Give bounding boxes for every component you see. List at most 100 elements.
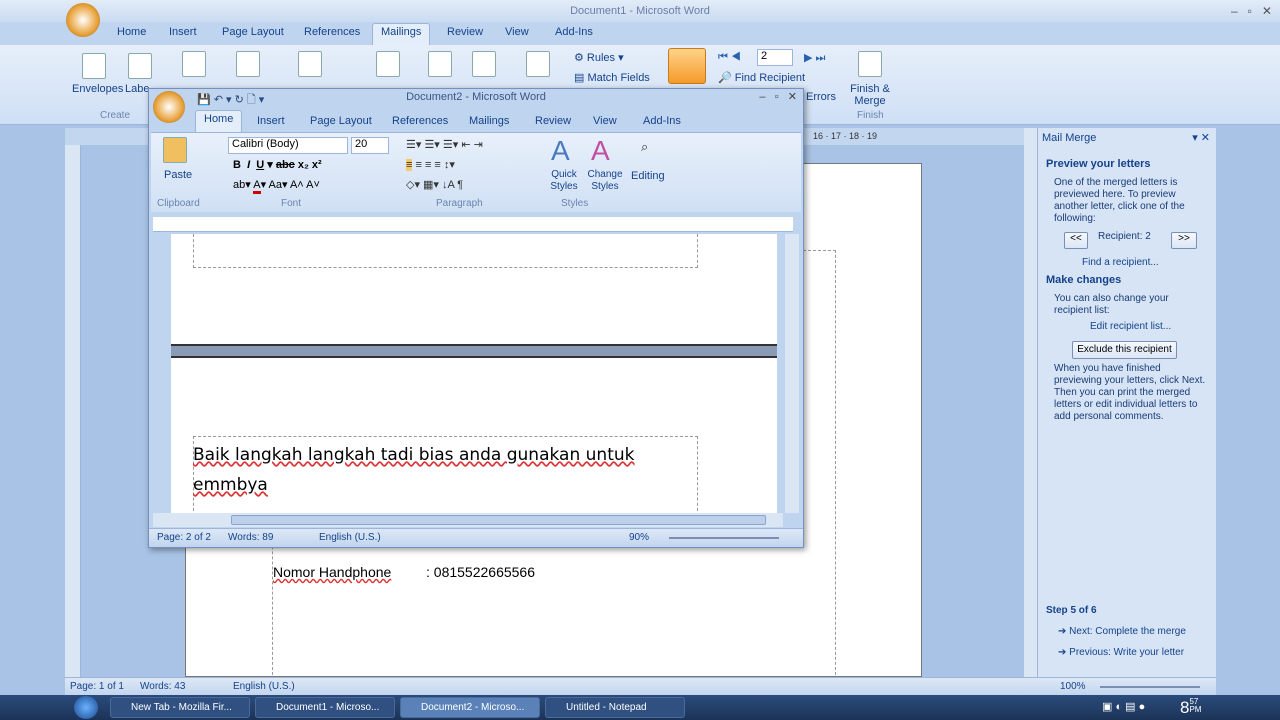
change-styles-icon: A: [591, 135, 610, 166]
window-title: Document2 - Microsoft Word: [406, 91, 546, 103]
edit-recipient-list-link[interactable]: Edit recipient list...: [1090, 321, 1171, 333]
language[interactable]: English (U.S.): [233, 681, 295, 692]
rules-button[interactable]: ⚙ Rules ▾: [574, 51, 624, 64]
zoom-slider[interactable]: [669, 537, 779, 539]
labels-button[interactable]: Labe: [125, 83, 149, 95]
tab-view[interactable]: View: [593, 115, 617, 127]
first-record-icon[interactable]: ⏮ ◀: [718, 51, 741, 64]
preview-heading: Preview your letters: [1046, 158, 1151, 170]
align-buttons[interactable]: ≡ ≡ ≡ ≡ ↕▾: [406, 158, 455, 171]
close-pane-icon[interactable]: ▾ ✕: [1192, 131, 1210, 144]
font-size-select[interactable]: 20: [351, 137, 389, 154]
step-label: Step 5 of 6: [1046, 605, 1097, 616]
scroll-thumb[interactable]: [231, 515, 766, 525]
quick-styles-button[interactable]: Quick Styles: [547, 169, 581, 193]
highlight-fields-icon[interactable]: [376, 51, 400, 77]
address-block-icon[interactable]: [428, 51, 452, 77]
start-button[interactable]: [74, 696, 98, 719]
greeting-line-icon[interactable]: [472, 51, 496, 77]
tab-insert[interactable]: Insert: [169, 26, 197, 38]
doc1-vertical-scrollbar[interactable]: [1024, 128, 1037, 677]
tab-home[interactable]: Home: [195, 110, 243, 132]
previous-step-link[interactable]: ➔ Previous: Write your letter: [1058, 647, 1218, 659]
paste-icon: [163, 137, 187, 163]
window-controls[interactable]: ‒ ▫ ✕: [1231, 0, 1272, 22]
tab-insert[interactable]: Insert: [257, 115, 285, 127]
envelopes-button[interactable]: Envelopes: [72, 83, 123, 95]
font-format-buttons[interactable]: B I U ▾ abc x₂ x²: [233, 158, 322, 171]
tab-review[interactable]: Review: [447, 26, 483, 38]
next-step-link[interactable]: ➔ Next: Complete the merge: [1058, 626, 1218, 638]
field-value: : 0815522665566: [426, 564, 535, 580]
language[interactable]: English (U.S.): [319, 532, 381, 543]
shading-buttons[interactable]: ◇▾ ▦▾ ↓A ¶: [406, 178, 463, 191]
zoom-slider[interactable]: [1100, 686, 1200, 688]
tab-add-ins[interactable]: Add-Ins: [643, 115, 681, 127]
taskbar-item-document2[interactable]: Document2 - Microso...: [400, 697, 540, 718]
auto-check-errors-button[interactable]: Errors: [806, 91, 836, 103]
record-number-input[interactable]: 2: [757, 49, 793, 66]
change-styles-button[interactable]: Change Styles: [585, 169, 625, 193]
taskbar: New Tab - Mozilla Fir... Document1 - Mic…: [0, 695, 1280, 720]
list-buttons[interactable]: ☰▾ ☰▾ ☰▾ ⇤ ⇥: [406, 138, 483, 151]
window-controls[interactable]: ‒ ▫ ✕: [759, 90, 797, 103]
group-finish: Finish: [857, 110, 884, 121]
finish-text: When you have finished previewing your l…: [1054, 363, 1206, 422]
ruler-labels: 16 · 17 · 18 · 19: [813, 131, 878, 141]
tab-add-ins[interactable]: Add-Ins: [555, 26, 593, 38]
doc1-status-bar: Page: 1 of 1 Words: 43 English (U.S.) 10…: [65, 677, 1216, 695]
font-color-buttons[interactable]: ab▾ A▾ Aa▾ A˄ A˅: [233, 178, 320, 194]
tab-home[interactable]: Home: [117, 26, 146, 38]
doc1-vertical-ruler[interactable]: [65, 145, 81, 677]
tab-view[interactable]: View: [505, 26, 529, 38]
page-count[interactable]: Page: 1 of 1: [70, 681, 124, 692]
taskbar-item-document1[interactable]: Document1 - Microso...: [255, 697, 395, 718]
word-count[interactable]: Words: 43: [140, 681, 185, 692]
page-count[interactable]: Page: 2 of 2: [157, 532, 211, 543]
tab-review[interactable]: Review: [535, 115, 571, 127]
tab-mailings[interactable]: Mailings: [372, 23, 431, 45]
next-recipient-button[interactable]: >>: [1171, 232, 1197, 249]
previous-recipient-button[interactable]: <<: [1064, 232, 1088, 249]
tab-references[interactable]: References: [392, 115, 448, 127]
select-recipients-icon[interactable]: [236, 51, 260, 77]
doc2-vertical-scrollbar[interactable]: [785, 234, 799, 513]
match-fields-button[interactable]: ▤ Match Fields: [574, 71, 650, 84]
finish-merge-button[interactable]: Finish & Merge: [850, 83, 890, 107]
tab-mailings[interactable]: Mailings: [469, 115, 509, 127]
editing-button[interactable]: Editing: [631, 170, 665, 182]
doc2-ruler[interactable]: [153, 217, 793, 232]
tab-page-layout[interactable]: Page Layout: [310, 115, 372, 127]
taskbar-item-notepad[interactable]: Untitled - Notepad: [545, 697, 685, 718]
body-line: Baik langkah langkah tadi bias anda guna…: [193, 445, 635, 465]
tab-page-layout[interactable]: Page Layout: [222, 26, 284, 38]
quick-styles-icon: A: [551, 135, 570, 166]
tray-icons[interactable]: ▣ ◐ ▤ ●: [1102, 700, 1145, 713]
clock[interactable]: 857 PM: [1180, 698, 1201, 718]
zoom-level[interactable]: 90%: [629, 532, 649, 543]
find-recipient-button[interactable]: 🔎 Find Recipient: [718, 71, 805, 84]
group-styles: Styles: [561, 198, 589, 209]
edit-recipients-icon[interactable]: [298, 51, 322, 77]
window-title: Document1 - Microsoft Word: [570, 5, 710, 17]
find-recipient-link[interactable]: Find a recipient...: [1082, 257, 1159, 269]
start-merge-icon[interactable]: [182, 51, 206, 77]
preview-results-button[interactable]: [668, 48, 706, 84]
paste-button[interactable]: Paste: [164, 169, 192, 181]
doc2-document-area[interactable]: Baik langkah langkah tadi bias anda guna…: [171, 234, 777, 516]
next-record-icon[interactable]: ▶ ⏭: [804, 51, 825, 65]
changes-text: You can also change your recipient list:: [1054, 293, 1169, 316]
word-count[interactable]: Words: 89: [228, 532, 273, 543]
exclude-recipient-button[interactable]: Exclude this recipient: [1072, 341, 1177, 359]
page-2: Baik langkah langkah tadi bias anda guna…: [171, 356, 777, 516]
office-button[interactable]: [66, 3, 100, 37]
zoom-level[interactable]: 100%: [1060, 681, 1086, 692]
insert-field-icon[interactable]: [526, 51, 550, 77]
doc1-tabs: Home Insert Page Layout References Maili…: [0, 22, 1280, 45]
doc2-horizontal-scrollbar[interactable]: [153, 513, 783, 527]
body-line: emmbya: [193, 475, 268, 495]
taskbar-item-firefox[interactable]: New Tab - Mozilla Fir...: [110, 697, 250, 718]
font-name-select[interactable]: Calibri (Body): [228, 137, 348, 154]
text-frame: [193, 234, 698, 268]
tab-references[interactable]: References: [304, 26, 360, 38]
